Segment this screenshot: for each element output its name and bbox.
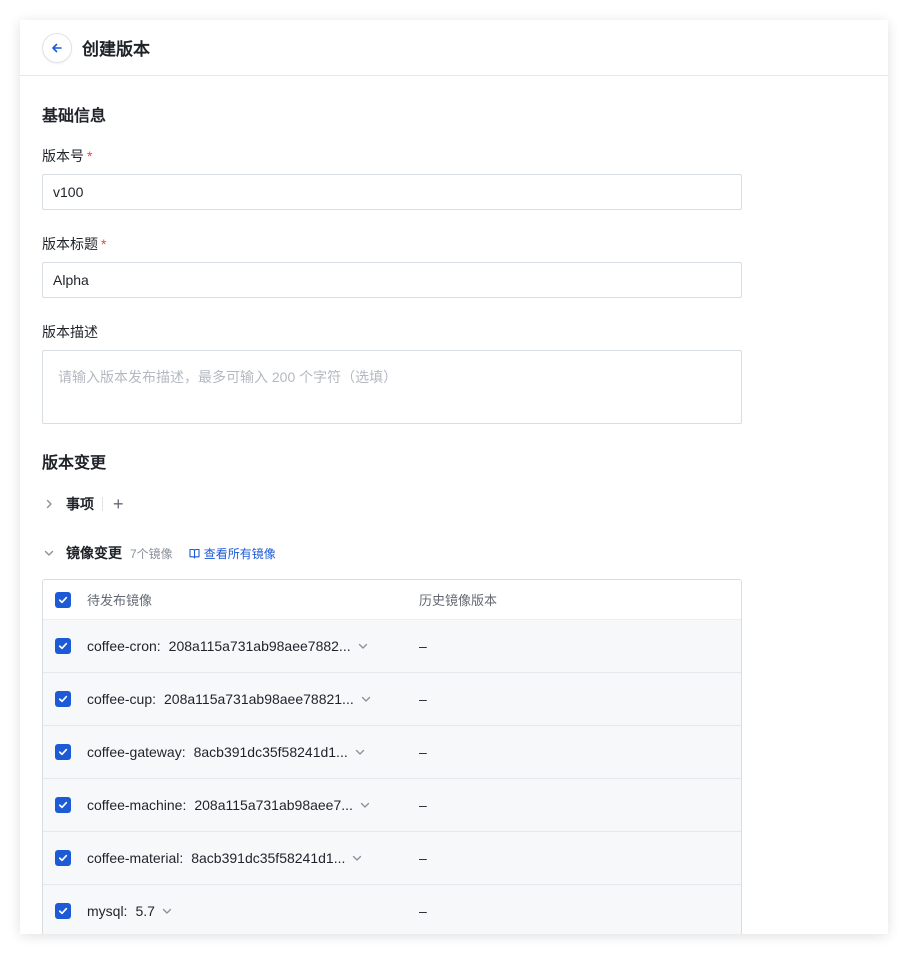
page-header: 创建版本 <box>20 20 888 76</box>
chevron-down-icon <box>354 746 366 758</box>
history-version: – <box>419 691 427 707</box>
row-checkbox[interactable] <box>55 744 71 760</box>
image-version: 5.7 <box>135 903 155 919</box>
create-version-panel: 创建版本 基础信息 版本号 * v100 版本标题 * Alpha 版本描述 请输入… <box>20 20 888 934</box>
checkmark-icon <box>58 642 68 650</box>
table-row: coffee-gateway: 8acb391dc35f58241d1... – <box>43 726 741 779</box>
image-name: mysql: <box>87 903 128 919</box>
chevron-down-icon <box>357 640 369 652</box>
image-version: 8acb391dc35f58241d1... <box>193 744 348 760</box>
arrow-left-icon <box>52 43 62 52</box>
image-name: coffee-cron: <box>87 638 161 654</box>
version-desc-label: 版本描述 <box>42 324 98 340</box>
image-select[interactable]: coffee-machine: 208a115a731ab98aee7... <box>87 797 419 813</box>
history-version: – <box>419 903 427 919</box>
version-title-label-text: 版本标题 <box>42 236 98 252</box>
checkmark-icon <box>58 596 68 603</box>
history-version: – <box>419 797 427 813</box>
images-count: 7个镜像 <box>130 546 173 561</box>
add-item-button[interactable]: + <box>113 495 124 513</box>
row-checkbox[interactable] <box>55 638 71 654</box>
book-icon <box>189 548 200 559</box>
version-title-input[interactable]: Alpha <box>42 262 742 298</box>
image-select[interactable]: coffee-gateway: 8acb391dc35f58241d1... <box>87 744 419 760</box>
col-pending-images: 待发布镜像 <box>87 593 153 608</box>
view-all-images-text: 查看所有镜像 <box>203 546 276 561</box>
image-version: 208a115a731ab98aee7882... <box>168 638 351 654</box>
row-checkbox[interactable] <box>55 797 71 813</box>
chevron-down-icon <box>351 852 363 864</box>
basic-info-title: 基础信息 <box>42 108 107 125</box>
image-version: 208a115a731ab98aee78821... <box>164 691 354 707</box>
image-select[interactable]: coffee-cup: 208a115a731ab98aee78821... <box>87 691 419 707</box>
version-title-value: Alpha <box>53 272 89 288</box>
table-body: coffee-cron: 208a115a731ab98aee7882... –… <box>43 620 741 934</box>
table-row: coffee-material: 8acb391dc35f58241d1... … <box>43 832 741 885</box>
checkmark-icon <box>58 748 68 756</box>
images-table: 待发布镜像 历史镜像版本 coffee-cron: 208a115a731ab9… <box>42 579 742 934</box>
chevron-down-icon <box>359 799 371 811</box>
image-version: 8acb391dc35f58241d1... <box>191 850 346 866</box>
version-changes-title: 版本变更 <box>42 455 107 472</box>
divider <box>102 497 103 511</box>
images-label[interactable]: 镜像变更 <box>66 543 122 563</box>
chevron-down-icon <box>360 693 372 705</box>
image-name: coffee-cup: <box>87 691 157 707</box>
table-row: coffee-cup: 208a115a731ab98aee78821... – <box>43 673 741 726</box>
image-select[interactable]: mysql: 5.7 <box>87 903 419 919</box>
chevron-down-icon[interactable] <box>42 546 56 560</box>
col-history-version: 历史镜像版本 <box>419 593 498 608</box>
version-number-label: 版本号 * <box>42 146 92 166</box>
required-mark: * <box>101 236 107 252</box>
version-desc-textarea[interactable]: 请输入版本发布描述，最多可输入 200 个字符（选填） <box>42 350 742 424</box>
view-all-images-link[interactable]: 查看所有镜像 <box>189 545 276 562</box>
version-number-value: v100 <box>53 184 84 200</box>
image-name: coffee-machine: <box>87 797 187 813</box>
select-all-checkbox[interactable] <box>55 591 71 608</box>
table-row: coffee-machine: 208a115a731ab98aee7... – <box>43 779 741 832</box>
checkmark-icon <box>58 907 68 915</box>
version-title-label: 版本标题 * <box>42 234 106 254</box>
checkmark-icon <box>58 801 68 809</box>
history-version: – <box>419 744 427 760</box>
image-select[interactable]: coffee-material: 8acb391dc35f58241d1... <box>87 850 419 866</box>
back-button[interactable] <box>42 32 72 63</box>
items-label[interactable]: 事项 <box>66 494 94 514</box>
table-header: 待发布镜像 历史镜像版本 <box>43 580 741 620</box>
row-checkbox[interactable] <box>55 850 71 866</box>
version-number-input[interactable]: v100 <box>42 174 742 210</box>
checkmark-icon <box>58 854 68 862</box>
checkmark-icon <box>58 695 68 703</box>
row-checkbox[interactable] <box>55 903 71 919</box>
image-select[interactable]: coffee-cron: 208a115a731ab98aee7882... <box>87 638 419 654</box>
page-title: 创建版本 <box>82 40 150 59</box>
history-version: – <box>419 850 427 866</box>
table-row: coffee-cron: 208a115a731ab98aee7882... – <box>43 620 741 673</box>
image-name: coffee-gateway: <box>87 744 186 760</box>
chevron-down-icon <box>161 905 173 917</box>
row-checkbox[interactable] <box>55 691 71 707</box>
required-mark: * <box>87 148 93 164</box>
chevron-right-icon[interactable] <box>42 497 56 511</box>
items-row: 事项 + <box>42 494 124 514</box>
version-desc-placeholder: 请输入版本发布描述，最多可输入 200 个字符（选填） <box>58 369 398 385</box>
image-version: 208a115a731ab98aee7... <box>194 797 353 813</box>
version-number-label-text: 版本号 <box>42 148 84 164</box>
image-name: coffee-material: <box>87 850 184 866</box>
history-version: – <box>419 638 427 654</box>
images-row: 镜像变更 7个镜像 查看所有镜像 <box>42 543 276 563</box>
table-row: mysql: 5.7 – <box>43 885 741 934</box>
